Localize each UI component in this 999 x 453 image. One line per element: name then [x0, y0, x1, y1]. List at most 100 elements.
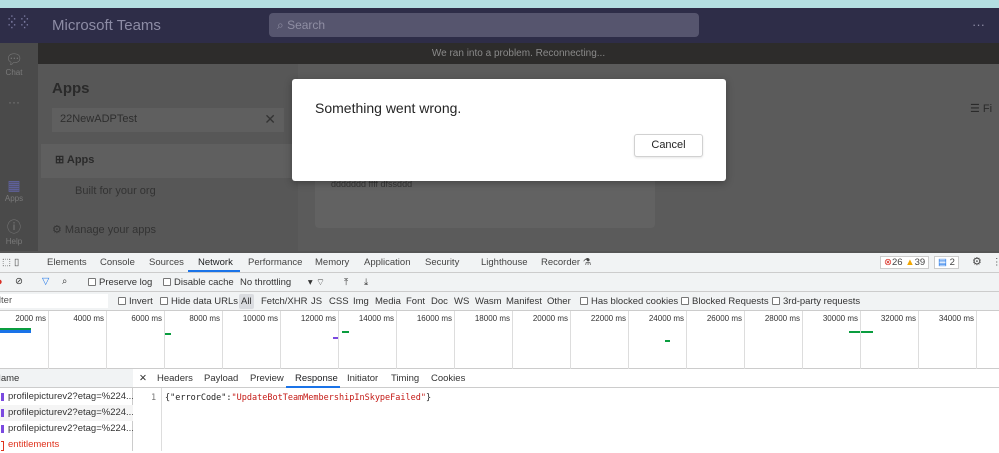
tick-label: 20000 ms	[533, 314, 568, 323]
nav-manage-apps[interactable]: ⚙ Manage your apps	[52, 223, 156, 236]
search-input[interactable]: ⌕ Search	[269, 13, 699, 37]
type-font[interactable]: Font	[406, 296, 425, 307]
timeline-tick: 12000 ms	[338, 311, 339, 369]
apps-search-input[interactable]: 22NewADPTest✕	[52, 108, 284, 132]
more-options-icon[interactable]: ···	[972, 17, 985, 32]
checkbox-label: Disable cache	[174, 277, 234, 288]
clear-icon[interactable]: ✕	[264, 111, 276, 128]
type-manifest[interactable]: Manifest	[506, 296, 542, 307]
apps-icon: ▦	[0, 177, 28, 194]
request-bar	[0, 328, 31, 333]
tab-timing[interactable]: Timing	[391, 373, 419, 384]
type-wasm[interactable]: Wasm	[475, 296, 502, 307]
messages-counter[interactable]: ▤ 2	[934, 256, 959, 269]
type-css[interactable]: CSS	[329, 296, 349, 307]
rail-item-help[interactable]: ⓘHelp	[0, 217, 28, 246]
type-media[interactable]: Media	[375, 296, 401, 307]
close-icon[interactable]: ✕	[139, 373, 147, 384]
timeline-tick: 16000 ms	[454, 311, 455, 369]
type-doc[interactable]: Doc	[431, 296, 448, 307]
disable-cache-checkbox[interactable]: Disable cache	[163, 277, 234, 288]
filter-label: Fi	[983, 103, 992, 115]
tab-elements[interactable]: Elements	[47, 257, 87, 268]
warning-icon: ▲	[905, 257, 914, 268]
nav-built-for-your-org[interactable]: Built for your org	[75, 185, 156, 197]
tab-application[interactable]: Application	[364, 257, 410, 268]
tab-lighthouse[interactable]: Lighthouse	[481, 257, 527, 268]
type-ws[interactable]: WS	[454, 296, 469, 307]
settings-icon[interactable]: ⚙	[972, 255, 982, 268]
type-img[interactable]: Img	[353, 296, 369, 307]
tick-label: 16000 ms	[417, 314, 452, 323]
tab-recorder[interactable]: Recorder ⚗	[541, 257, 591, 268]
clear-icon[interactable]: ⊘	[15, 276, 23, 287]
network-overview-timeline[interactable]: 2000 ms4000 ms6000 ms8000 ms10000 ms1200…	[0, 311, 999, 369]
response-text: {"errorCode":"UpdateBotTeamMembershipInS…	[165, 393, 431, 403]
rail-more-icon[interactable]: ···	[0, 95, 28, 109]
tab-headers[interactable]: Headers	[157, 373, 193, 384]
timeline-tick: 26000 ms	[744, 311, 745, 369]
tick-label: 28000 ms	[765, 314, 800, 323]
tab-memory[interactable]: Memory	[315, 257, 349, 268]
network-conditions-icon[interactable]: ⌔	[316, 277, 325, 288]
network-toolbar: ● ⊘ ▽ ⌕ Preserve log Disable cache No th…	[0, 273, 999, 292]
filter-button[interactable]: ☰ Fi	[970, 102, 992, 115]
timeline-tick: 22000 ms	[628, 311, 629, 369]
cancel-button[interactable]: Cancel	[634, 134, 703, 157]
tab-response[interactable]: Response	[295, 373, 338, 384]
filter-icon: ☰	[970, 103, 983, 115]
type-all[interactable]: All	[239, 294, 254, 309]
tab-performance[interactable]: Performance	[248, 257, 302, 268]
rail-item-apps[interactable]: ▦Apps	[0, 177, 28, 203]
type-js[interactable]: JS	[311, 296, 322, 307]
nav-apps[interactable]: ⊞ Apps	[41, 144, 298, 178]
apps-icon: ⊞	[55, 154, 67, 166]
app-launcher-icon[interactable]: ⁘⁘⁘⁘	[6, 16, 20, 28]
tick-label: 30000 ms	[823, 314, 858, 323]
throttling-select[interactable]: No throttling ▾	[240, 277, 313, 288]
issues-counter[interactable]: ⊗26 ▲39	[880, 256, 929, 269]
type-other[interactable]: Other	[547, 296, 571, 307]
filter-input[interactable]: Filter	[0, 294, 108, 308]
tick-label: 26000 ms	[707, 314, 742, 323]
tab-network[interactable]: Network	[198, 257, 233, 268]
filter-icon[interactable]: ▽	[42, 276, 49, 287]
preserve-log-checkbox[interactable]: Preserve log	[88, 277, 152, 288]
active-tab-indicator	[188, 270, 240, 272]
export-har-icon[interactable]: ⤓	[364, 277, 368, 288]
error-count: 26	[892, 257, 903, 268]
inspect-icon[interactable]: ⬚	[2, 257, 11, 268]
blocked-requests-checkbox[interactable]: Blocked Requests	[681, 296, 769, 307]
request-row[interactable]: profilepicturev2?etag=%224...	[0, 405, 133, 421]
request-row-error[interactable]: entitlements	[0, 437, 133, 453]
has-blocked-cookies-checkbox[interactable]: Has blocked cookies	[580, 296, 678, 307]
request-row[interactable]: profilepicturev2?etag=%224...	[0, 389, 133, 405]
tick-label: 10000 ms	[243, 314, 278, 323]
record-icon[interactable]: ●	[0, 276, 3, 288]
name-column-header[interactable]: Name	[0, 369, 133, 388]
tab-cookies[interactable]: Cookies	[431, 373, 465, 384]
tab-console[interactable]: Console	[100, 257, 135, 268]
timeline-tick: 18000 ms	[512, 311, 513, 369]
third-party-checkbox[interactable]: 3rd-party requests	[772, 296, 860, 307]
invert-checkbox[interactable]: Invert	[118, 296, 153, 307]
hide-data-urls-checkbox[interactable]: Hide data URLs	[160, 296, 238, 307]
tab-sources[interactable]: Sources	[149, 257, 184, 268]
request-row[interactable]: profilepicturev2?etag=%224...	[0, 421, 133, 437]
search-icon[interactable]: ⌕	[62, 276, 67, 287]
more-icon[interactable]: ⋮	[992, 257, 999, 268]
tab-preview[interactable]: Preview	[250, 373, 284, 384]
tab-payload[interactable]: Payload	[204, 373, 238, 384]
import-har-icon[interactable]: ⤒	[344, 277, 348, 288]
message-count: 2	[950, 257, 955, 268]
type-fetch-xhr[interactable]: Fetch/XHR	[261, 296, 307, 307]
devtools-panel: ⬚ ▯ Elements Console Sources Network Per…	[0, 251, 999, 449]
tab-initiator[interactable]: Initiator	[347, 373, 378, 384]
tick-label: 12000 ms	[301, 314, 336, 323]
response-body[interactable]: 1 {"errorCode":"UpdateBotTeamMembershipI…	[133, 388, 999, 451]
tab-security[interactable]: Security	[425, 257, 459, 268]
rail-item-chat[interactable]: 💬︎Chat	[0, 51, 28, 77]
device-toggle-icon[interactable]: ▯	[14, 257, 19, 268]
timeline-tick: 8000 ms	[222, 311, 223, 369]
flask-icon: ⚗	[583, 257, 592, 268]
